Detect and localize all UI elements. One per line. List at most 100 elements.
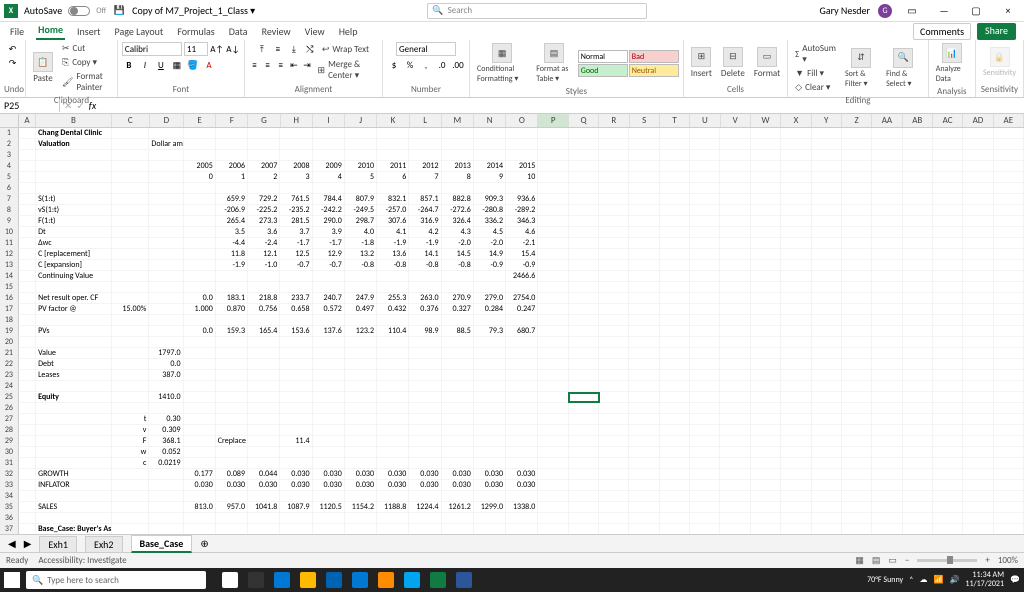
cell[interactable]	[781, 491, 811, 502]
col-header-I[interactable]: I	[313, 114, 345, 127]
cell[interactable]	[994, 370, 1024, 381]
cell[interactable]	[842, 326, 872, 337]
cell[interactable]	[751, 414, 781, 425]
cell[interactable]	[660, 381, 690, 392]
cell[interactable]	[19, 293, 36, 304]
cell[interactable]: -206.9	[216, 205, 248, 216]
cell[interactable]	[280, 381, 312, 392]
cell[interactable]	[660, 337, 690, 348]
cell[interactable]: 0.0219	[149, 458, 183, 469]
cell[interactable]	[994, 425, 1024, 436]
cell[interactable]	[812, 425, 842, 436]
cell[interactable]	[377, 524, 409, 534]
cell[interactable]	[313, 128, 345, 139]
cell[interactable]: -1.8	[345, 238, 377, 249]
cell[interactable]	[216, 271, 248, 282]
cell[interactable]	[781, 348, 811, 359]
cell[interactable]	[933, 480, 963, 491]
cell[interactable]	[751, 370, 781, 381]
cell[interactable]	[506, 337, 538, 348]
cell[interactable]	[660, 260, 690, 271]
minimize-button[interactable]: —	[932, 4, 956, 17]
cell[interactable]	[781, 524, 811, 534]
cell[interactable]: 240.7	[313, 293, 345, 304]
cell[interactable]	[569, 513, 599, 524]
cell[interactable]: Value	[36, 348, 111, 359]
cell[interactable]: 0.030	[248, 480, 280, 491]
cell[interactable]	[19, 447, 36, 458]
col-header-M[interactable]: M	[442, 114, 474, 127]
store-icon[interactable]	[326, 572, 342, 588]
cell[interactable]	[660, 502, 690, 513]
cell[interactable]: 4.6	[506, 227, 538, 238]
cell[interactable]	[933, 227, 963, 238]
cell[interactable]: 12.5	[280, 249, 312, 260]
cell[interactable]	[660, 414, 690, 425]
cell[interactable]	[345, 403, 377, 414]
cell[interactable]: SALES	[36, 502, 111, 513]
cell[interactable]	[248, 381, 280, 392]
cell[interactable]	[842, 337, 872, 348]
cell[interactable]	[812, 183, 842, 194]
align-center-icon[interactable]: ≡	[262, 58, 273, 72]
cell[interactable]	[660, 436, 690, 447]
cell[interactable]	[963, 447, 993, 458]
cell[interactable]	[538, 326, 568, 337]
cell[interactable]	[751, 304, 781, 315]
cell[interactable]	[994, 359, 1024, 370]
cell[interactable]	[963, 216, 993, 227]
cell[interactable]	[409, 359, 441, 370]
cell[interactable]: 88.5	[442, 326, 474, 337]
cell[interactable]: 1261.2	[442, 502, 474, 513]
cell[interactable]	[812, 513, 842, 524]
cell[interactable]	[781, 502, 811, 513]
cell[interactable]	[781, 271, 811, 282]
cell[interactable]	[569, 227, 599, 238]
cell[interactable]: 807.9	[345, 194, 377, 205]
cell[interactable]	[184, 271, 216, 282]
cell[interactable]	[506, 348, 538, 359]
cell[interactable]	[751, 359, 781, 370]
cell[interactable]: 298.7	[345, 216, 377, 227]
cell[interactable]	[903, 282, 933, 293]
cell[interactable]	[903, 216, 933, 227]
cell[interactable]	[599, 513, 629, 524]
cell[interactable]: 7	[409, 172, 441, 183]
cell[interactable]	[474, 425, 506, 436]
cell[interactable]	[599, 425, 629, 436]
cell[interactable]	[19, 403, 36, 414]
cell[interactable]	[872, 447, 902, 458]
cell[interactable]	[751, 524, 781, 534]
cell[interactable]	[184, 194, 216, 205]
cell[interactable]	[19, 326, 36, 337]
cell[interactable]	[599, 326, 629, 337]
cell[interactable]	[538, 348, 568, 359]
cell[interactable]	[280, 425, 312, 436]
cell[interactable]	[112, 161, 150, 172]
firefox-icon[interactable]	[378, 572, 394, 588]
cell[interactable]	[599, 502, 629, 513]
cell[interactable]	[720, 172, 750, 183]
cell[interactable]	[112, 172, 150, 183]
col-header-P[interactable]: P	[538, 114, 568, 127]
cell[interactable]	[963, 227, 993, 238]
cell[interactable]	[538, 381, 568, 392]
cell[interactable]: -257.0	[377, 205, 409, 216]
cell[interactable]: -1.7	[280, 238, 312, 249]
cell[interactable]: v	[112, 425, 150, 436]
cell[interactable]: -1.9	[409, 238, 441, 249]
cell[interactable]: Chang Dental Clinic	[36, 128, 111, 139]
cell[interactable]: -2.4	[248, 238, 280, 249]
cell[interactable]	[36, 337, 111, 348]
cell[interactable]	[872, 227, 902, 238]
cell[interactable]	[506, 139, 538, 150]
indent-inc-icon[interactable]: ⇥	[301, 58, 312, 72]
cell[interactable]	[781, 238, 811, 249]
cell[interactable]	[569, 183, 599, 194]
cell[interactable]	[538, 524, 568, 534]
cell[interactable]	[248, 458, 280, 469]
cell[interactable]	[280, 150, 312, 161]
cell[interactable]	[629, 315, 659, 326]
cell[interactable]	[112, 205, 150, 216]
cell[interactable]	[933, 304, 963, 315]
